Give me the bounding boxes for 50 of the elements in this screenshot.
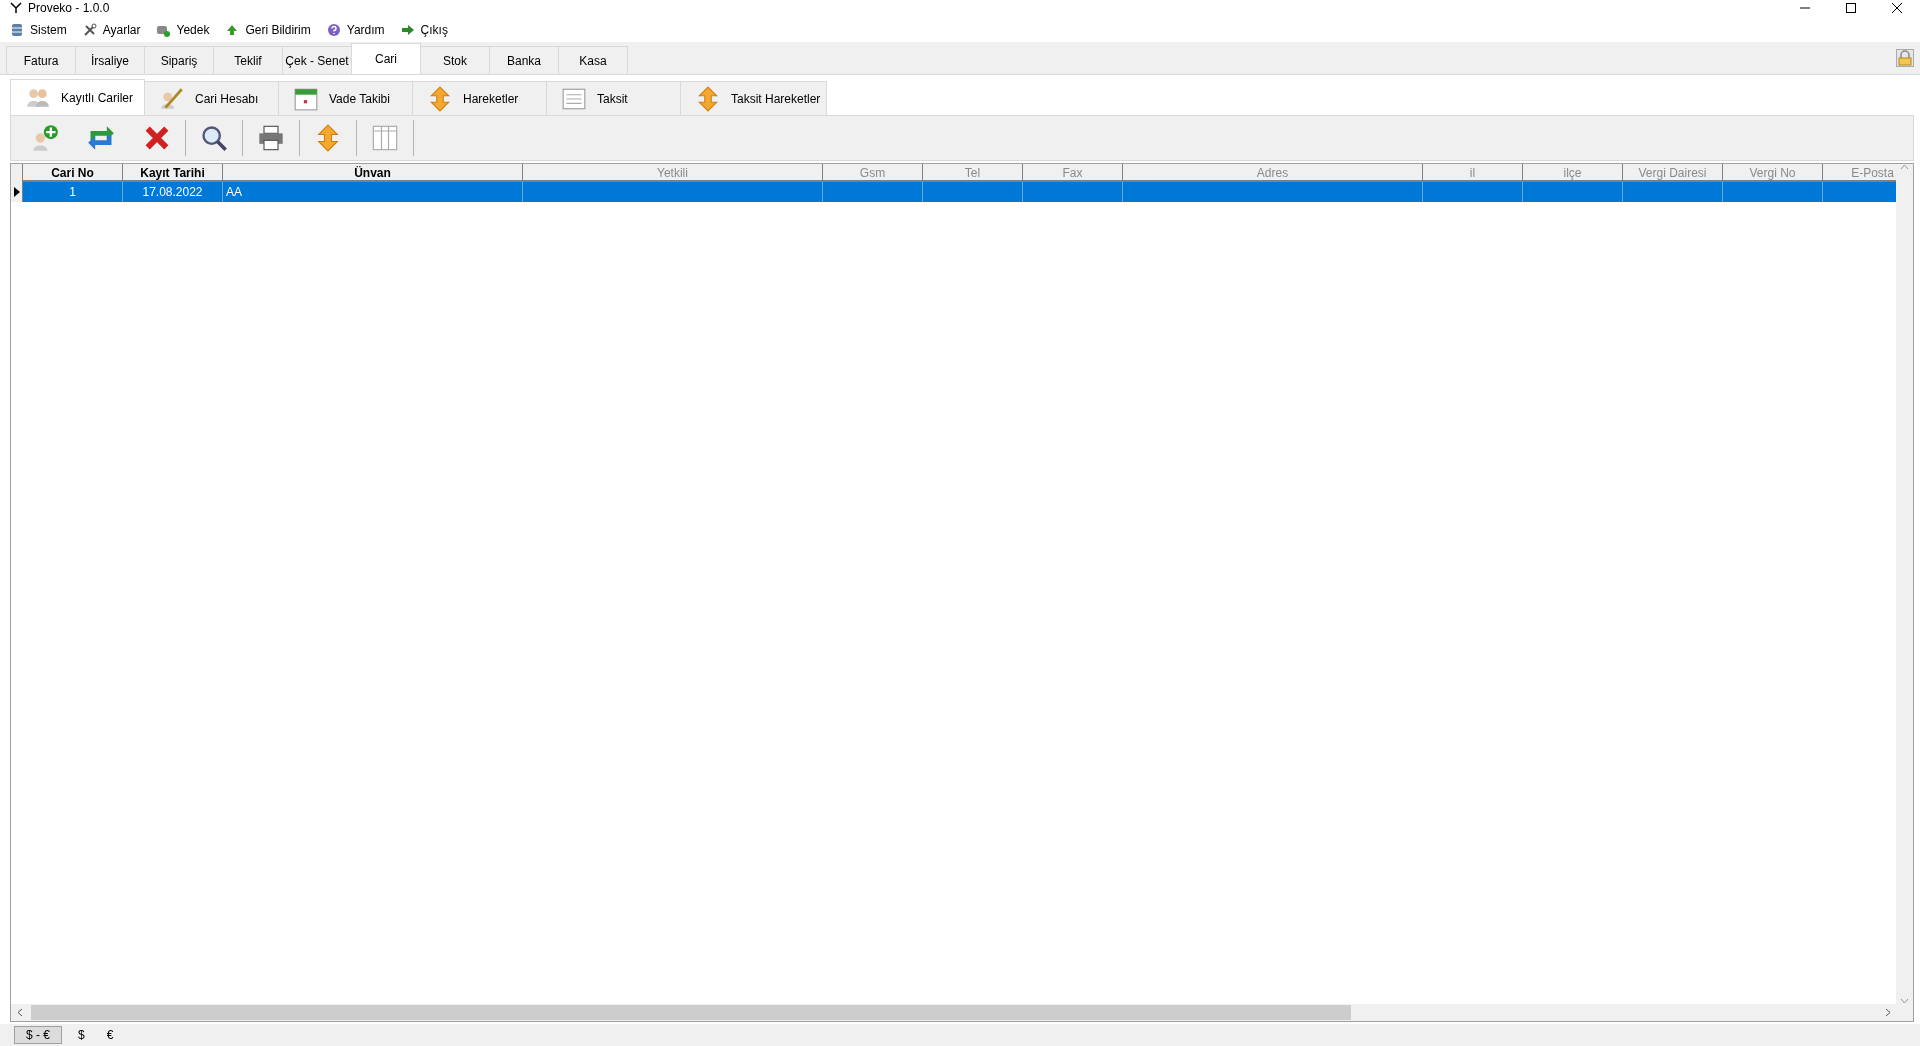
tab[interactable]: Kasa [558, 46, 628, 74]
scroll-down-icon[interactable] [1900, 998, 1909, 1004]
columns-icon [371, 124, 399, 152]
tab[interactable]: Vade Takibi [278, 81, 413, 115]
table-cell: 17.08.2022 [123, 182, 223, 202]
menu-item[interactable]: Sistem [8, 23, 69, 37]
currency-tab[interactable]: $ [72, 1027, 91, 1043]
tools-icon [82, 23, 97, 37]
scroll-up-icon[interactable] [1900, 164, 1909, 170]
menu-item[interactable]: Ayarlar [80, 23, 143, 37]
menu-item[interactable]: Yedek [154, 23, 212, 37]
window-title: Proveko - 1.0.0 [28, 1, 110, 15]
tab[interactable]: Cari Hesabı [144, 81, 279, 115]
tab[interactable]: Cari [351, 43, 421, 74]
currency-tab[interactable]: $ - € [14, 1026, 62, 1044]
column-header[interactable]: Cari No [23, 164, 123, 182]
tab[interactable]: Taksit Hareketler [680, 81, 828, 115]
vertical-scrollbar[interactable] [1896, 164, 1913, 1004]
tab[interactable]: Taksit [546, 81, 681, 115]
delete-icon [143, 124, 171, 152]
horizontal-scrollbar[interactable] [11, 1004, 1913, 1021]
tab[interactable]: Hareketler [412, 81, 547, 115]
add-person-icon [31, 124, 59, 152]
printer-icon [257, 124, 285, 152]
menu-item[interactable]: Çıkış [398, 23, 450, 37]
help-icon [326, 23, 341, 37]
row-indicator[interactable] [11, 182, 23, 202]
server-icon [156, 23, 171, 37]
menu-item[interactable]: Geri Bildirim [223, 23, 313, 37]
funnel-icon [10, 2, 22, 14]
menu-item[interactable]: Yardım [324, 23, 387, 37]
table-cell: 1 [23, 182, 123, 202]
lock-icon[interactable] [1896, 49, 1914, 67]
currency-tab[interactable]: € [100, 1027, 120, 1043]
column-header[interactable]: Ünvan [223, 164, 523, 182]
tab[interactable]: Fatura [6, 46, 76, 74]
scroll-right-icon[interactable] [1884, 1008, 1891, 1017]
header-corner [11, 164, 23, 182]
exit-arrow-icon [400, 23, 415, 37]
maximize-icon [1845, 2, 1857, 14]
database-icon [10, 23, 24, 37]
scrollbar-thumb[interactable] [31, 1005, 1351, 1020]
search-icon [200, 124, 228, 152]
refresh-icon [87, 124, 115, 152]
tab[interactable]: Kayıtlı Cariler [10, 79, 145, 115]
table-cell: AA [223, 182, 523, 202]
scroll-left-icon[interactable] [16, 1008, 23, 1017]
column-header[interactable]: Kayıt Tarihi [123, 164, 223, 182]
up-arrow-icon [225, 23, 240, 37]
close-icon [1891, 2, 1903, 14]
